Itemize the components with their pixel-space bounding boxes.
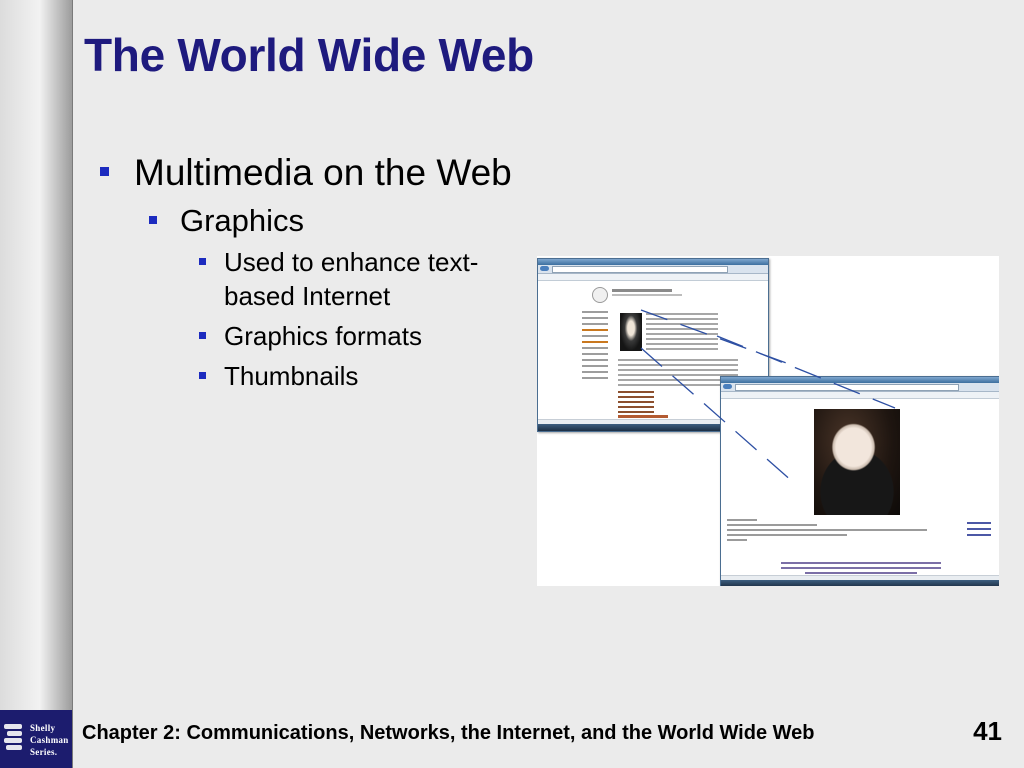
- address-bar: [538, 265, 768, 274]
- portrait-full-size-image: [814, 409, 900, 515]
- square-bullet-icon: [199, 258, 206, 265]
- bullet-level3-text: Graphics formats: [224, 321, 422, 351]
- page-subheading-graphic: [612, 294, 682, 296]
- page-heading-graphic: [612, 289, 672, 292]
- logo-line-1: Shelly: [30, 723, 56, 733]
- bullet-level1: Multimedia on the Web: [98, 150, 518, 195]
- portrait-thumbnail-image: [620, 313, 642, 351]
- browser-window-full-image: [720, 376, 999, 586]
- page-nav-graphic: [582, 311, 608, 383]
- square-bullet-icon: [100, 167, 109, 176]
- slide-sidebar: Shelly Cashman Series.: [0, 0, 73, 768]
- slide-title: The World Wide Web: [84, 29, 534, 81]
- logo-line-3: Series.: [30, 747, 58, 757]
- bullet-level3-text: Used to enhance text-: [224, 247, 479, 277]
- nav-buttons-icon: [723, 384, 732, 389]
- browser-toolbar: [538, 274, 768, 281]
- bullet-level3-text: Thumbnails: [224, 361, 359, 391]
- square-bullet-icon: [149, 216, 157, 224]
- books-icon: [4, 724, 22, 754]
- bullet-level3-item: Graphics formats: [98, 319, 518, 353]
- links-graphic: [618, 391, 654, 416]
- back-link-graphic: [618, 415, 668, 418]
- bullet-level3-item: Thumbnails: [98, 359, 518, 393]
- url-field: [735, 384, 959, 391]
- square-bullet-icon: [199, 372, 206, 379]
- caption-text-graphic: [727, 519, 927, 544]
- slide-footer: Chapter 2: Communications, Networks, the…: [82, 722, 815, 744]
- caption-text-graphic: [646, 313, 718, 353]
- square-bullet-icon: [199, 332, 206, 339]
- bullet-level2: Graphics: [98, 201, 518, 241]
- logo-text: Shelly Cashman Series.: [30, 722, 69, 758]
- logo-line-2: Cashman: [30, 735, 69, 745]
- url-field: [552, 266, 728, 273]
- address-bar: [721, 383, 999, 392]
- bullet-level2-text: Graphics: [180, 203, 305, 238]
- bullet-list: Multimedia on the Web Graphics Used to e…: [98, 150, 518, 393]
- thumbnail-illustration: [537, 256, 999, 586]
- browser-toolbar: [721, 392, 999, 399]
- shelly-cashman-logo: Shelly Cashman Series.: [0, 710, 72, 768]
- nav-buttons-icon: [540, 266, 549, 271]
- sidebar-links-graphic: [967, 522, 991, 540]
- bullet-level3-text-continued: based Internet: [224, 281, 391, 311]
- taskbar: [721, 580, 999, 586]
- bullet-level3-item: Used to enhance text- based Internet: [98, 245, 518, 313]
- page-number: 41: [973, 716, 1002, 746]
- bullet-level1-text: Multimedia on the Web: [134, 152, 512, 193]
- seal-icon: [592, 287, 608, 303]
